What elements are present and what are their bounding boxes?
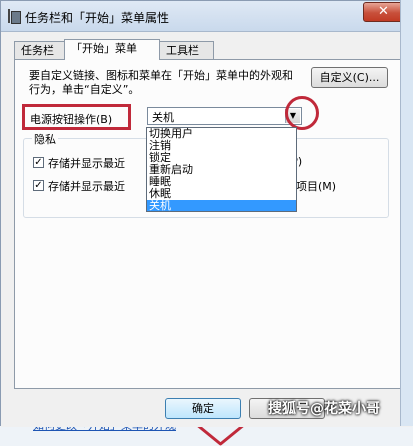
recent-items-checkbox[interactable]: ✓ <box>33 180 44 191</box>
power-action-dropdown: 切换用户 注销 锁定 重新启动 睡眠 休眠 关机 <box>146 127 297 212</box>
watermark: 搜狐号@花菜小哥 <box>268 401 380 417</box>
tab-taskbar[interactable]: 任务栏 <box>14 41 65 59</box>
power-option-shut-down[interactable]: 关机 <box>147 200 296 211</box>
taskbar-properties-icon <box>8 9 21 24</box>
background-edge <box>400 0 413 426</box>
title-bar: 任务栏和「开始」菜单属性 ✕ <box>1 1 412 32</box>
recent-programs-label: 存储并显示最近 <box>48 157 125 170</box>
window-title: 任务栏和「开始」菜单属性 <box>25 11 170 25</box>
power-label-highlight: 电源按钮操作(B) <box>22 104 131 130</box>
power-action-value: 关机 <box>152 111 174 124</box>
recent-items-label: 存储并显示最近 <box>48 180 125 193</box>
power-button-label: 电源按钮操作(B) <box>30 113 113 126</box>
power-action-select[interactable]: 关机 ▼ <box>147 107 302 125</box>
customize-button[interactable]: 自定义(C)... <box>311 67 388 88</box>
start-menu-panel: 要自定义链接、图标和菜单在「开始」菜单中的外观和行为，单击“自定义”。 自定义(… <box>14 59 401 446</box>
start-menu-description: 要自定义链接、图标和菜单在「开始」菜单中的外观和行为，单击“自定义”。 <box>29 69 293 96</box>
properties-window: 任务栏和「开始」菜单属性 ✕ 任务栏 「开始」菜单 工具栏 要自定义链接、图标和… <box>0 0 413 446</box>
recent-programs-checkbox[interactable]: ✓ <box>33 157 44 168</box>
privacy-group-title: 隐私 <box>32 131 58 147</box>
tab-start-menu[interactable]: 「开始」菜单 <box>64 39 160 60</box>
close-button[interactable]: ✕ <box>363 2 404 22</box>
ok-button[interactable]: 确定 <box>165 398 241 419</box>
tab-toolbars[interactable]: 工具栏 <box>159 41 214 59</box>
annotation-circle <box>285 96 319 130</box>
